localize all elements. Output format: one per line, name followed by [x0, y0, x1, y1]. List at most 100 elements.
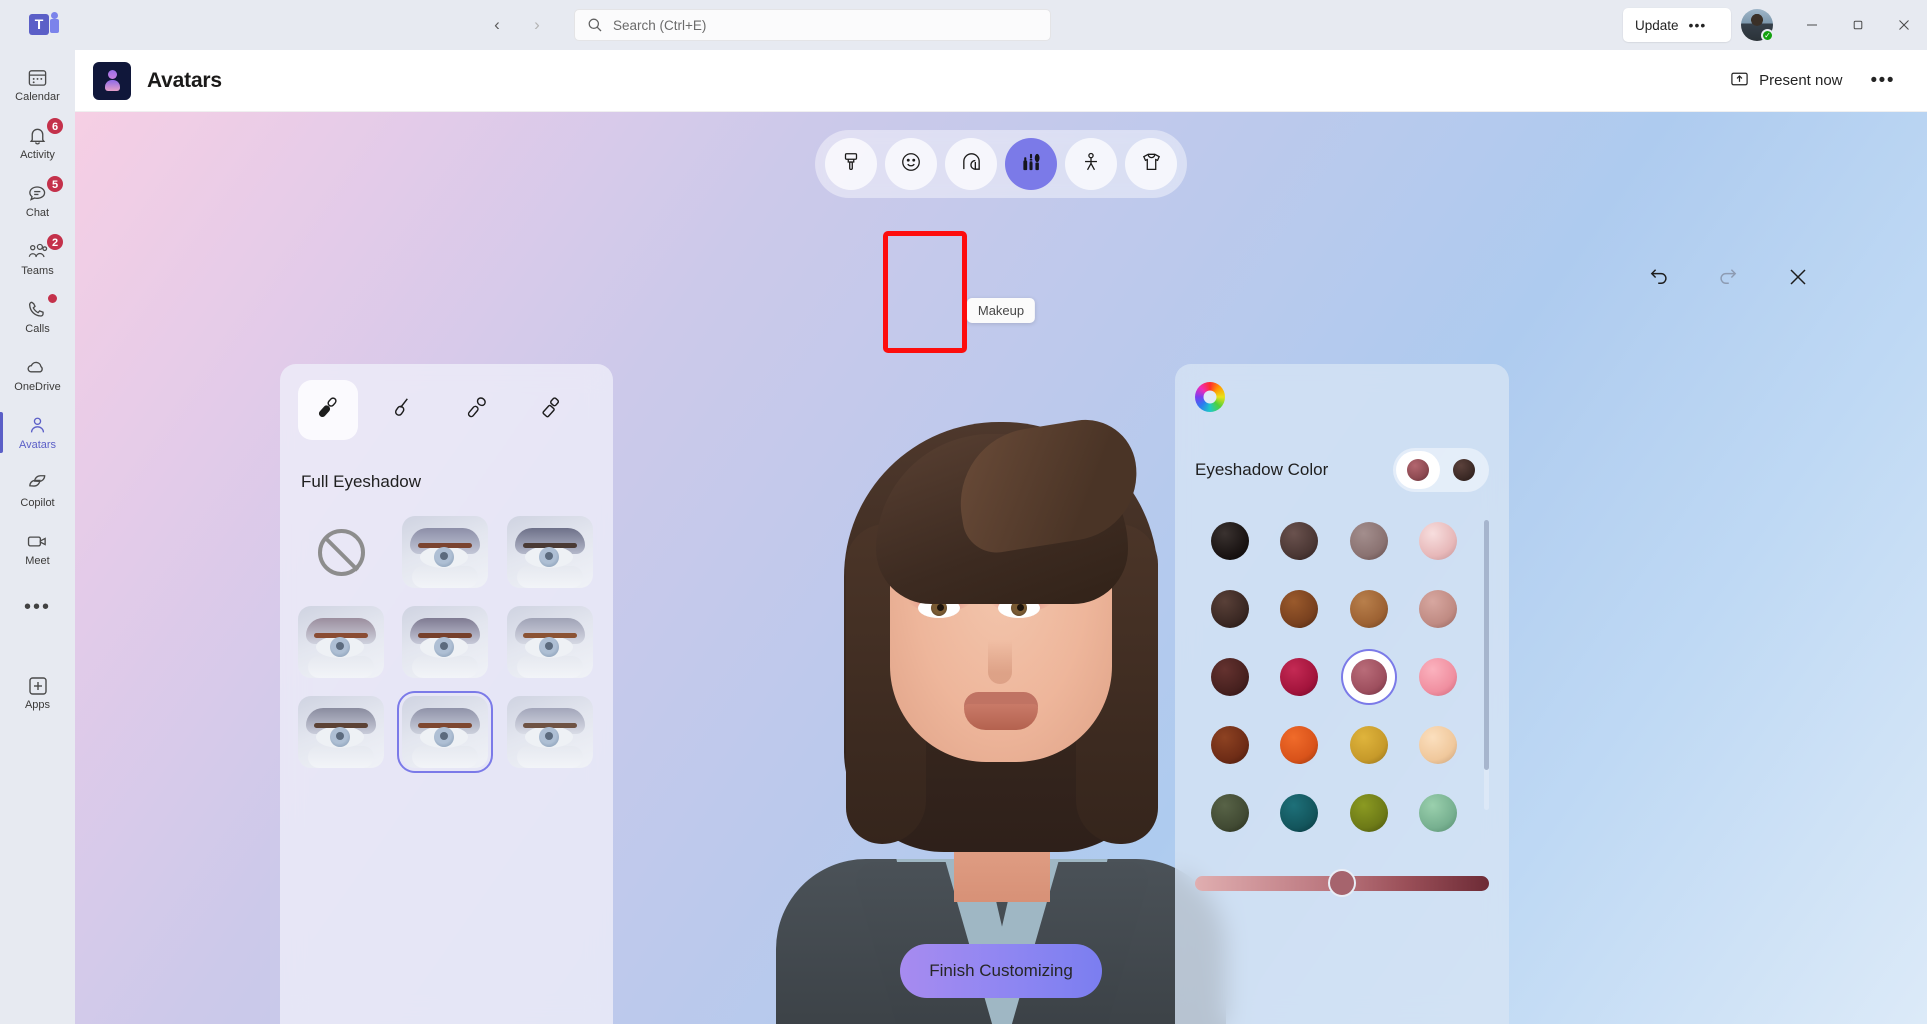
header-more-button[interactable]: •••: [1861, 71, 1905, 91]
eyeshadow-style-option[interactable]: [402, 516, 488, 588]
minimize-button[interactable]: [1789, 0, 1835, 50]
color-slot-primary[interactable]: [1396, 451, 1440, 489]
eyeshadow-style-option[interactable]: [298, 606, 384, 678]
app-header: Avatars Present now •••: [75, 50, 1927, 112]
finish-customizing-button[interactable]: Finish Customizing: [900, 944, 1102, 998]
color-wheel-icon[interactable]: [1195, 382, 1225, 412]
update-more-icon[interactable]: •••: [1689, 21, 1707, 29]
color-swatch[interactable]: [1419, 522, 1457, 560]
category-hair-button[interactable]: [945, 138, 997, 190]
update-button[interactable]: Update •••: [1623, 8, 1731, 42]
slider-knob[interactable]: [1328, 869, 1356, 897]
update-label: Update: [1635, 18, 1679, 33]
eyeshadow-style-option[interactable]: [507, 696, 593, 768]
color-picker-panel: Eyeshadow Color: [1175, 364, 1509, 1024]
category-body-button[interactable]: [1065, 138, 1117, 190]
sidebar-item-calls[interactable]: Calls: [0, 288, 75, 345]
sidebar-item-calendar[interactable]: Calendar: [0, 56, 75, 113]
color-intensity-slider[interactable]: [1195, 866, 1489, 900]
sidebar-label: Calls: [25, 323, 49, 335]
eyeshadow-style-none[interactable]: [298, 516, 384, 588]
close-button[interactable]: [1881, 0, 1927, 50]
tool-eyeliner-button[interactable]: [372, 380, 432, 440]
color-swatch-selected[interactable]: [1351, 659, 1387, 695]
makeup-highlight-box: [883, 231, 967, 353]
tool-lipstick-button[interactable]: [520, 380, 580, 440]
back-button[interactable]: ‹: [480, 8, 514, 42]
close-editor-button[interactable]: [1777, 258, 1819, 300]
color-swatch[interactable]: [1211, 522, 1249, 560]
category-appearance-button[interactable]: [825, 138, 877, 190]
tool-eyeshadow-button[interactable]: [298, 380, 358, 440]
teams-window: T ‹ › Update ••• ✓: [0, 0, 1927, 1024]
color-swatch[interactable]: [1211, 726, 1249, 764]
color-swatch[interactable]: [1211, 794, 1249, 832]
sidebar-item-copilot[interactable]: Copilot: [0, 462, 75, 519]
presence-badge: ✓: [1761, 29, 1774, 42]
color-swatch[interactable]: [1419, 658, 1457, 696]
color-grid-scrollbar[interactable]: [1484, 520, 1489, 810]
redo-button[interactable]: [1707, 258, 1749, 300]
color-swatch[interactable]: [1350, 794, 1388, 832]
search-box[interactable]: [574, 9, 1051, 41]
sidebar-item-apps[interactable]: Apps: [0, 664, 75, 721]
share-screen-icon: [1730, 70, 1749, 92]
eyeshadow-style-option-selected[interactable]: [402, 696, 488, 768]
teams-badge: 2: [46, 233, 64, 251]
maximize-button[interactable]: [1835, 0, 1881, 50]
eyeshadow-style-option[interactable]: [507, 606, 593, 678]
sidebar-item-activity[interactable]: 6 Activity: [0, 114, 75, 171]
sidebar-item-teams[interactable]: 2 Teams: [0, 230, 75, 287]
undo-icon: [1646, 264, 1671, 294]
sidebar-item-meet[interactable]: Meet: [0, 520, 75, 577]
color-swatch[interactable]: [1280, 590, 1318, 628]
eyeshadow-color-row: Eyeshadow Color: [1195, 448, 1489, 492]
color-swatch[interactable]: [1350, 726, 1388, 764]
eyeshadow-style-option[interactable]: [298, 696, 384, 768]
color-swatch[interactable]: [1280, 522, 1318, 560]
left-rail: Calendar 6 Activity 5: [0, 50, 75, 1024]
color-swatch[interactable]: [1280, 726, 1318, 764]
bell-icon: [27, 125, 48, 147]
makeup-tools-row: [298, 380, 595, 440]
search-input[interactable]: [613, 18, 1038, 33]
phone-icon: [27, 299, 48, 321]
teams-logo-shape: [50, 19, 59, 33]
sidebar-item-chat[interactable]: 5 Chat: [0, 172, 75, 229]
color-swatch[interactable]: [1419, 794, 1457, 832]
color-swatch[interactable]: [1280, 658, 1318, 696]
lipstick-icon: [537, 394, 564, 426]
header-actions: Present now •••: [1720, 64, 1905, 98]
undo-button[interactable]: [1637, 258, 1679, 300]
category-clothing-button[interactable]: [1125, 138, 1177, 190]
sidebar-label: Chat: [26, 207, 49, 219]
eyeshadow-style-option[interactable]: [507, 516, 593, 588]
color-swatch[interactable]: [1350, 590, 1388, 628]
avatar-preview[interactable]: [766, 404, 1236, 1024]
color-swatch[interactable]: [1280, 794, 1318, 832]
sidebar-label: Avatars: [19, 439, 56, 451]
no-style-icon: [318, 529, 365, 576]
chat-badge: 5: [46, 175, 64, 193]
tool-blush-button[interactable]: [446, 380, 506, 440]
color-swatch[interactable]: [1211, 590, 1249, 628]
user-avatar[interactable]: ✓: [1741, 9, 1773, 41]
category-makeup-button[interactable]: [1005, 138, 1057, 190]
forward-button[interactable]: ›: [520, 8, 554, 42]
sidebar-label: Calendar: [15, 91, 60, 103]
sidebar-more-button[interactable]: •••: [0, 578, 75, 635]
calendar-icon: [27, 67, 48, 89]
color-swatch[interactable]: [1211, 658, 1249, 696]
sidebar-item-avatars[interactable]: Avatars: [0, 404, 75, 461]
eyeliner-pen-icon: [389, 394, 416, 426]
sidebar-item-onedrive[interactable]: OneDrive: [0, 346, 75, 403]
present-now-button[interactable]: Present now: [1720, 64, 1852, 98]
color-swatch[interactable]: [1419, 590, 1457, 628]
eyeshadow-style-option[interactable]: [402, 606, 488, 678]
color-swatch[interactable]: [1350, 522, 1388, 560]
scrollbar-thumb[interactable]: [1484, 520, 1489, 770]
color-slot-secondary[interactable]: [1442, 451, 1486, 489]
category-face-button[interactable]: [885, 138, 937, 190]
avatar-editor-stage: Makeup: [75, 112, 1927, 1024]
color-swatch[interactable]: [1419, 726, 1457, 764]
